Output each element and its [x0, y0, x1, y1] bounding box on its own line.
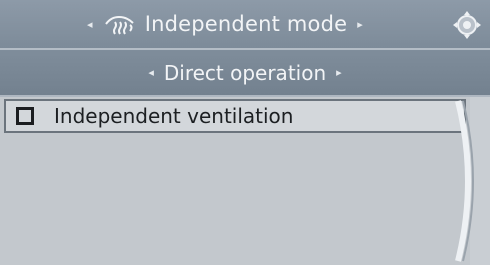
seat-heating-icon: [104, 15, 134, 35]
arrow-left-icon[interactable]: ◂: [87, 18, 93, 31]
menu-header: ◂ Independent mode ▸: [0, 0, 490, 50]
options-list: Independent ventilation: [0, 97, 470, 265]
checkbox[interactable]: [16, 107, 34, 125]
controller-icon: [453, 11, 481, 39]
menu-header-title: Independent mode: [144, 12, 348, 36]
submenu-title: Direct operation: [163, 60, 327, 85]
list-item-label: Independent ventilation: [54, 104, 294, 128]
submenu-header: ◂ Direct operation ▸: [0, 50, 490, 97]
scrollbar[interactable]: [454, 97, 484, 265]
submenu-arrow-right-icon[interactable]: ▸: [336, 66, 342, 79]
idrive-screen: ◂ Independent mode ▸ ◂ Direct operation …: [0, 0, 490, 265]
list-item-independent-ventilation[interactable]: Independent ventilation: [4, 99, 466, 133]
submenu-arrow-left-icon[interactable]: ◂: [148, 66, 154, 79]
arrow-right-icon[interactable]: ▸: [357, 18, 363, 31]
menu-header-center: ◂ Independent mode ▸: [0, 0, 450, 48]
